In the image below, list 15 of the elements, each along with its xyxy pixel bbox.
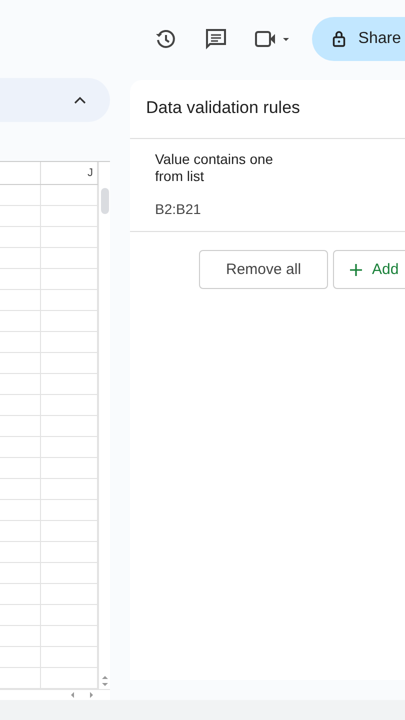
comment-icon[interactable] (204, 27, 228, 51)
rule-condition: Value contains one from list (155, 151, 274, 185)
chevron-up-icon[interactable] (74, 96, 86, 104)
add-rule-button[interactable]: Add (333, 250, 405, 289)
scrollbar-thumb[interactable] (100, 188, 108, 214)
panel-title: Data validation rules (145, 97, 302, 119)
scroll-up-icon[interactable] (100, 673, 110, 681)
scroll-right-icon[interactable] (88, 690, 96, 700)
lock-icon (332, 30, 346, 48)
rule-range: B2:B21 (155, 201, 202, 217)
remove-all-button[interactable]: Remove all (199, 250, 328, 289)
rule-card[interactable]: Value contains one from list B2:B21 (130, 138, 405, 232)
share-button[interactable]: Share (312, 17, 405, 61)
plus-icon (350, 264, 362, 276)
column-header[interactable]: J (41, 162, 98, 184)
